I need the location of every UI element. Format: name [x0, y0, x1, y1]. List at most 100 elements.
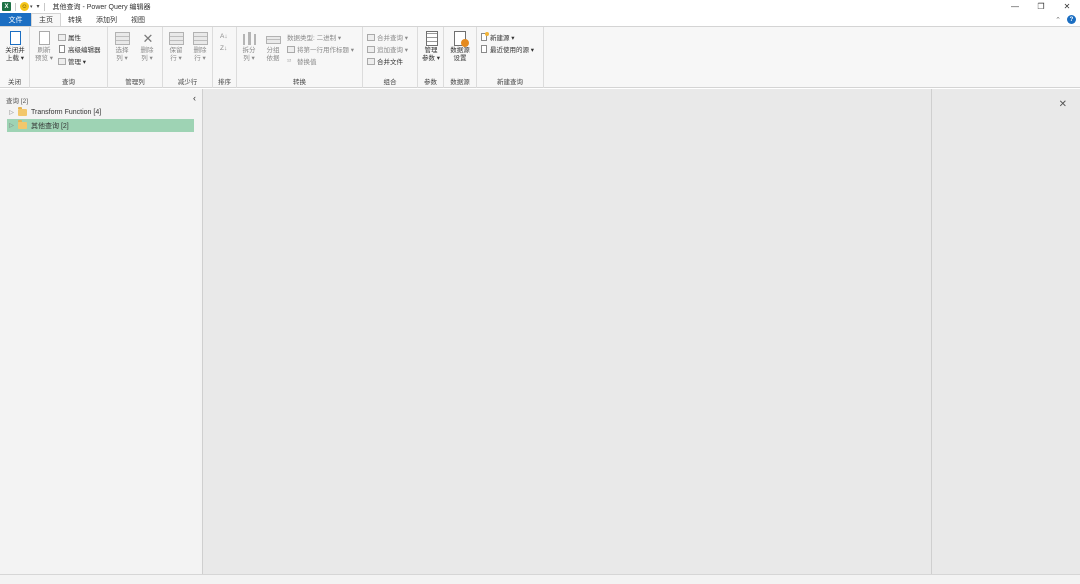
sort-descending-button[interactable]: Z↓	[220, 43, 227, 54]
remove-columns-label: 删除	[140, 47, 154, 54]
keep-rows-label2: 行 ▾	[170, 55, 182, 62]
manage-label: 管理 ▾	[68, 58, 87, 66]
data-type-dropdown[interactable]: 数据类型: 二进制 ▾	[287, 31, 341, 42]
group-by-label: 分组	[266, 47, 280, 54]
folder-icon	[18, 120, 27, 129]
manage-parameters-button[interactable]: 管理 参数 ▾	[419, 30, 443, 63]
group-manage-columns: 选择 列 ▾ ✕ 删除 列 ▾ 管理列	[108, 27, 163, 88]
group-combine: 合并查询 ▾ 追加查询 ▾ 合并文件 组合	[363, 27, 418, 88]
remove-rows-label2: 行 ▾	[194, 55, 206, 62]
split-column-label2: 列 ▾	[243, 55, 255, 62]
close-load-label: 关闭并	[5, 47, 25, 54]
collapse-queries-pane-icon[interactable]: ‹	[193, 93, 196, 103]
use-first-row-header-label: 将第一行用作标题 ▾	[297, 46, 355, 54]
group-data-sources: 数据源 设置 数据源	[444, 27, 477, 88]
feedback-smiley-icon[interactable]: ☺	[20, 2, 29, 11]
choose-columns-label: 选择	[115, 47, 129, 54]
query-settings-pane: ✕	[931, 89, 1080, 574]
group-by-icon	[265, 30, 282, 47]
tab-home[interactable]: 主页	[31, 13, 61, 26]
data-preview-area	[204, 89, 931, 574]
advanced-editor-label: 高级编辑器	[68, 46, 101, 54]
query-group-label: 其他查询 [2]	[31, 122, 69, 130]
merge-queries-label: 合并查询 ▾	[377, 34, 409, 42]
query-group-label: Transform Function [4]	[31, 109, 102, 116]
ribbon-tabs: 文件 主页 转换 添加列 视图 ⌃ ?	[0, 13, 1080, 26]
group-query: 刷新 预览 ▾ 属性 高级编辑器 管理 ▾ 查询	[30, 27, 108, 88]
feedback-caret-icon[interactable]: ▾	[30, 4, 33, 10]
use-first-row-header-button[interactable]: 将第一行用作标题 ▾	[287, 43, 354, 54]
group-label-sort: 排序	[218, 79, 231, 86]
excel-logo-icon: X	[2, 2, 11, 11]
close-and-load-button[interactable]: 关闭并 上载 ▾	[3, 30, 27, 63]
close-settings-icon[interactable]: ✕	[1059, 99, 1067, 110]
refresh-label: 刷新	[37, 47, 51, 54]
close-load-icon	[7, 30, 24, 47]
window-title: 其他查询 - Power Query 编辑器	[52, 3, 151, 11]
refresh-label2: 预览 ▾	[34, 55, 54, 62]
combine-files-label: 合并文件	[377, 58, 403, 66]
refresh-preview-button[interactable]: 刷新 预览 ▾	[32, 30, 56, 63]
properties-button[interactable]: 属性	[58, 31, 81, 42]
replace-values-label: 替换值	[297, 58, 317, 66]
queries-pane-header: 查询 [2]	[6, 98, 29, 105]
manage-parameters-label2: 参数 ▾	[421, 55, 441, 62]
sort-ascending-button[interactable]: A↓	[220, 31, 228, 42]
query-group-other-queries[interactable]: ▷ 其他查询 [2]	[7, 119, 194, 132]
expand-caret-icon[interactable]: ▷	[7, 122, 16, 129]
editor-main: 查询 [2] ‹ ▷ Transform Function [4] ▷ 其他查询…	[0, 89, 1080, 574]
tab-add-column[interactable]: 添加列	[89, 13, 124, 26]
restore-button[interactable]: ❐	[1028, 0, 1054, 13]
group-label-data-sources: 数据源	[450, 79, 470, 86]
new-source-label: 新建源 ▾	[490, 34, 515, 42]
remove-rows-button[interactable]: 删除 行 ▾	[188, 30, 212, 63]
group-label-combine: 组合	[383, 79, 397, 86]
group-reduce-rows: 保留 行 ▾ 删除 行 ▾ 减少行	[163, 27, 213, 88]
ribbon-home: 关闭并 上载 ▾ 关闭 刷新 预览 ▾ 属性 高级编辑器 管理 ▾ 查询 选择	[0, 26, 1080, 88]
tab-file[interactable]: 文件	[0, 13, 31, 26]
group-by-button[interactable]: 分组 依据	[261, 30, 285, 63]
data-type-label: 数据类型: 二进制 ▾	[287, 34, 342, 42]
tab-transform[interactable]: 转换	[61, 13, 89, 26]
data-source-settings-label: 数据源	[450, 47, 470, 54]
group-label-new-query: 新建查询	[497, 79, 523, 86]
recent-sources-label: 最近使用的源 ▾	[490, 46, 535, 54]
choose-columns-button[interactable]: 选择 列 ▾	[110, 30, 134, 63]
group-label-query: 查询	[62, 79, 75, 86]
advanced-editor-button[interactable]: 高级编辑器	[58, 43, 101, 54]
combine-files-icon	[367, 57, 375, 65]
close-load-label2: 上载 ▾	[5, 55, 25, 62]
manage-query-button[interactable]: 管理 ▾	[58, 55, 86, 66]
merge-queries-button[interactable]: 合并查询 ▾	[367, 31, 408, 42]
minimize-button[interactable]: —	[1002, 0, 1028, 13]
choose-columns-label2: 列 ▾	[116, 55, 128, 62]
group-label-transform: 转换	[293, 79, 306, 86]
combine-files-button[interactable]: 合并文件	[367, 55, 403, 66]
remove-columns-button[interactable]: ✕ 删除 列 ▾	[135, 30, 159, 63]
append-queries-button[interactable]: 追加查询 ▾	[367, 43, 408, 54]
quick-access-more-icon[interactable]: ▾	[37, 3, 40, 10]
query-group-transform-function[interactable]: ▷ Transform Function [4]	[7, 106, 194, 119]
replace-values-button[interactable]: ₁₂ 替换值	[287, 55, 317, 66]
status-bar	[0, 574, 1080, 584]
keep-rows-label: 保留	[169, 47, 183, 54]
group-sort: A↓ Z↓ 排序	[213, 27, 237, 88]
keep-rows-button[interactable]: 保留 行 ▾	[164, 30, 188, 63]
split-column-button[interactable]: 拆分 列 ▾	[237, 30, 261, 63]
append-queries-icon	[367, 45, 375, 53]
remove-rows-label: 删除	[193, 47, 207, 54]
append-queries-label: 追加查询 ▾	[377, 46, 409, 54]
expand-caret-icon[interactable]: ▷	[7, 109, 16, 116]
split-column-label: 拆分	[242, 47, 256, 54]
collapse-ribbon-icon[interactable]: ⌃	[1055, 16, 1061, 24]
group-new-query: 新建源 ▾ 最近使用的源 ▾ 新建查询	[477, 27, 544, 88]
help-icon[interactable]: ?	[1067, 15, 1076, 24]
new-source-button[interactable]: 新建源 ▾	[480, 31, 515, 42]
tab-view[interactable]: 视图	[124, 13, 152, 26]
new-source-icon	[480, 31, 489, 41]
data-source-settings-button[interactable]: 数据源 设置	[448, 30, 472, 63]
replace-values-icon: ₁₂	[287, 56, 292, 63]
title-separator	[43, 2, 45, 11]
close-window-button[interactable]: ✕	[1054, 0, 1080, 13]
recent-sources-button[interactable]: 最近使用的源 ▾	[480, 43, 534, 54]
